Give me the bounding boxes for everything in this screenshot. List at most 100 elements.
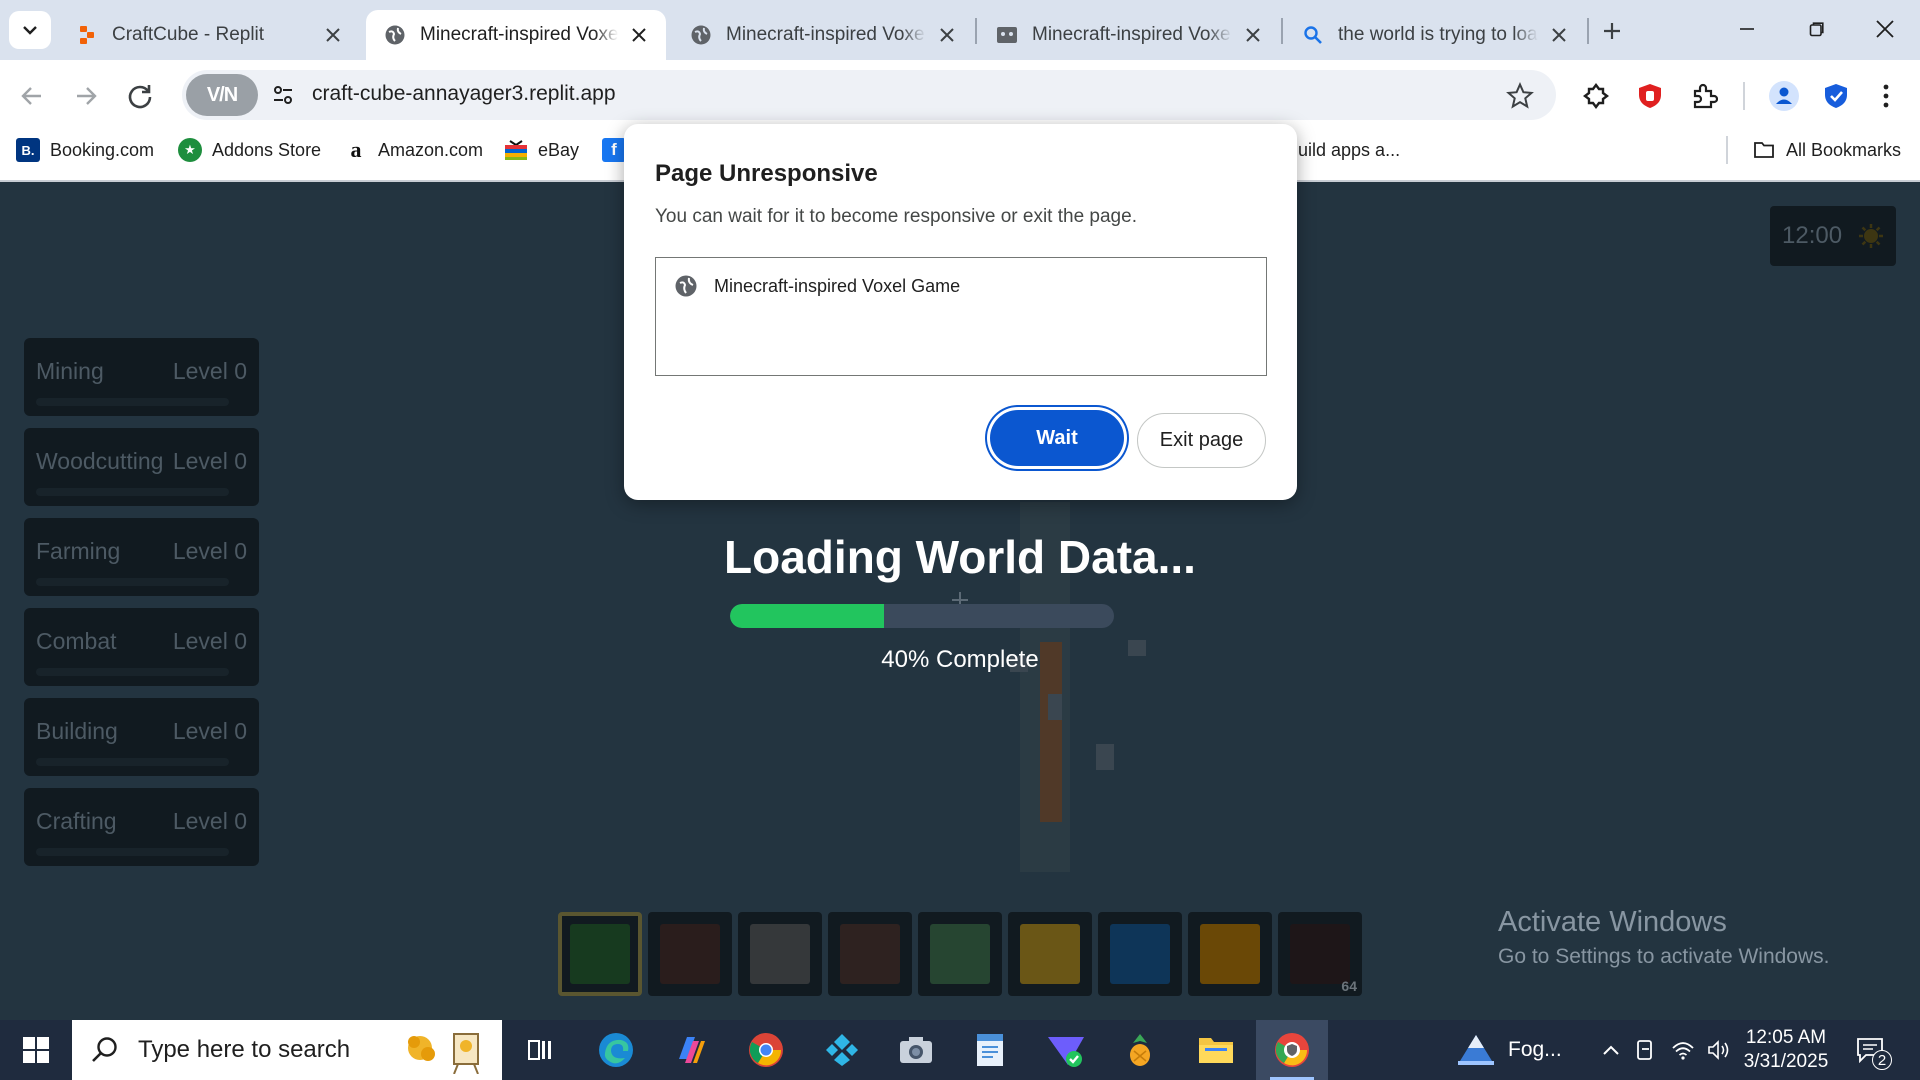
search-placeholder: Type here to search	[138, 1036, 351, 1063]
taskbar-search[interactable]: Type here to search	[72, 1020, 502, 1080]
bookmark-label: Amazon.com	[378, 139, 484, 160]
reload-button[interactable]	[120, 76, 160, 116]
browser-shield-icon	[1275, 1033, 1309, 1067]
skill-name: Crafting	[36, 808, 117, 834]
unresponsive-pages-list: Minecraft-inspired Voxel Game	[655, 257, 1267, 376]
kodi-icon	[826, 1034, 858, 1066]
task-view-icon	[528, 1040, 551, 1060]
close-tab-icon[interactable]	[320, 22, 346, 48]
taskbar-task-view[interactable]	[504, 1020, 576, 1080]
taskbar-app-arrow[interactable]	[1030, 1020, 1102, 1080]
back-button[interactable]	[12, 76, 52, 116]
taskbar-copilot[interactable]	[654, 1020, 726, 1080]
bookmark-label: uild apps a...	[1298, 139, 1401, 160]
taskbar-notepad[interactable]	[954, 1020, 1026, 1080]
new-tab-button[interactable]	[1595, 14, 1629, 48]
hotbar-block	[750, 924, 810, 984]
tab-voxel-game-2[interactable]: Minecraft-inspired Voxel Game	[672, 10, 974, 60]
taskbar-edge[interactable]	[580, 1020, 652, 1080]
bookmark-amazon[interactable]: a Amazon.com	[344, 136, 484, 164]
taskbar-clock[interactable]: 12:05 AM 3/31/2025	[1736, 1026, 1836, 1074]
taskbar-camera[interactable]	[880, 1020, 952, 1080]
tab-voxel-game-active[interactable]: Minecraft-inspired Voxel Game	[366, 10, 666, 60]
hotbar-slot[interactable]	[1008, 912, 1092, 996]
close-window-button[interactable]	[1850, 0, 1920, 58]
site-info-button[interactable]	[266, 78, 300, 112]
taskbar-file-explorer[interactable]	[1180, 1020, 1252, 1080]
close-tab-icon[interactable]	[626, 22, 652, 48]
bookmark-label: eBay	[538, 139, 580, 160]
skill-progress-bar	[36, 488, 229, 496]
folder-icon	[1199, 1038, 1233, 1063]
taskbar-chrome-variant-active[interactable]	[1256, 1020, 1328, 1080]
taskbar-kodi[interactable]	[806, 1020, 878, 1080]
browser-menu-button[interactable]	[1866, 76, 1906, 116]
bookmark-label: All Bookmarks	[1786, 139, 1902, 160]
all-bookmarks-button[interactable]: All Bookmarks	[1752, 136, 1901, 164]
forward-button[interactable]	[66, 76, 106, 116]
hotbar-slot[interactable]	[1188, 912, 1272, 996]
tab-search-button[interactable]	[9, 11, 51, 49]
tab-search-results[interactable]: the world is trying to load	[1284, 10, 1586, 60]
hotbar-block	[1290, 924, 1350, 984]
amazon-icon: a	[350, 137, 362, 162]
hotbar-slot[interactable]	[1098, 912, 1182, 996]
taskbar-chrome[interactable]	[730, 1020, 802, 1080]
exit-page-button[interactable]: Exit page	[1137, 413, 1266, 468]
world-block	[1096, 744, 1114, 770]
item-count: 64	[1341, 978, 1357, 994]
network-status[interactable]	[1668, 1020, 1698, 1080]
booking-icon: B.	[16, 138, 40, 162]
taskbar-game-app[interactable]	[1104, 1020, 1176, 1080]
hotbar-slot[interactable]	[558, 912, 642, 996]
tab-strip: CraftCube - Replit Minecraft-inspired Vo…	[0, 0, 1920, 60]
bookmarks-separator	[1726, 136, 1728, 164]
tray-device-icon[interactable]	[1630, 1020, 1660, 1080]
restore-button[interactable]	[1782, 0, 1852, 58]
replit-icon	[76, 24, 98, 46]
windows-taskbar: Type here to search Fog... 12:05 AM 3/31…	[0, 1020, 1920, 1080]
url-text[interactable]: craft-cube-annayager3.replit.app	[312, 82, 616, 106]
start-button[interactable]	[12, 1030, 60, 1070]
show-hidden-icons[interactable]	[1596, 1020, 1626, 1080]
bookmark-addons-store[interactable]: ★ Addons Store	[178, 136, 321, 164]
wait-button[interactable]: Wait	[990, 410, 1124, 466]
watermark-subtitle: Go to Settings to activate Windows.	[1498, 945, 1830, 968]
bookmark-booking[interactable]: B. Booking.com	[16, 136, 154, 164]
bookmark-star-button[interactable]	[1502, 78, 1538, 114]
bookmark-label: Booking.com	[50, 139, 155, 160]
hotbar-slot[interactable]	[918, 912, 1002, 996]
windows-logo-icon	[23, 1037, 49, 1063]
hotbar-slot[interactable]: 64	[1278, 912, 1362, 996]
hotbar-slot[interactable]	[648, 912, 732, 996]
hotbar-slot[interactable]	[738, 912, 822, 996]
tab-craftcube-replit[interactable]: CraftCube - Replit	[58, 10, 360, 60]
notification-count: 2	[1872, 1050, 1892, 1070]
bookmark-build-apps[interactable]: uild apps a...	[1298, 136, 1400, 164]
password-manager-button[interactable]	[1816, 76, 1856, 116]
extension-button[interactable]	[1576, 76, 1616, 116]
hotbar-block	[1110, 924, 1170, 984]
close-tab-icon[interactable]	[934, 22, 960, 48]
extensions-menu-button[interactable]	[1684, 76, 1724, 116]
vpn-toggle[interactable]: V/N	[186, 74, 258, 116]
profile-button[interactable]	[1764, 76, 1804, 116]
sun-icon	[1859, 224, 1883, 248]
minimize-icon	[1740, 28, 1754, 30]
bookmark-ebay[interactable]: eBay	[504, 136, 579, 164]
taskbar-time: 12:05 AM	[1745, 1027, 1827, 1048]
tab-voxel-game-3[interactable]: Minecraft-inspired Voxel Game	[978, 10, 1280, 60]
skill-progress-bar	[36, 758, 229, 766]
minimize-button[interactable]	[1712, 0, 1782, 58]
notification-center[interactable]: 2	[1848, 1020, 1894, 1080]
skill-level: Level 0	[172, 718, 247, 744]
weather-widget[interactable]: Fog...	[1456, 1020, 1568, 1080]
loading-progress-text: 40% Complete	[881, 646, 1039, 673]
close-tab-icon[interactable]	[1240, 22, 1266, 48]
taskbar-date: 3/31/2025	[1743, 1051, 1829, 1072]
close-tab-icon[interactable]	[1546, 22, 1572, 48]
hotbar-slot[interactable]	[828, 912, 912, 996]
volume-control[interactable]	[1704, 1020, 1734, 1080]
adblock-extension-button[interactable]	[1630, 76, 1670, 116]
tab-separator	[975, 18, 977, 44]
